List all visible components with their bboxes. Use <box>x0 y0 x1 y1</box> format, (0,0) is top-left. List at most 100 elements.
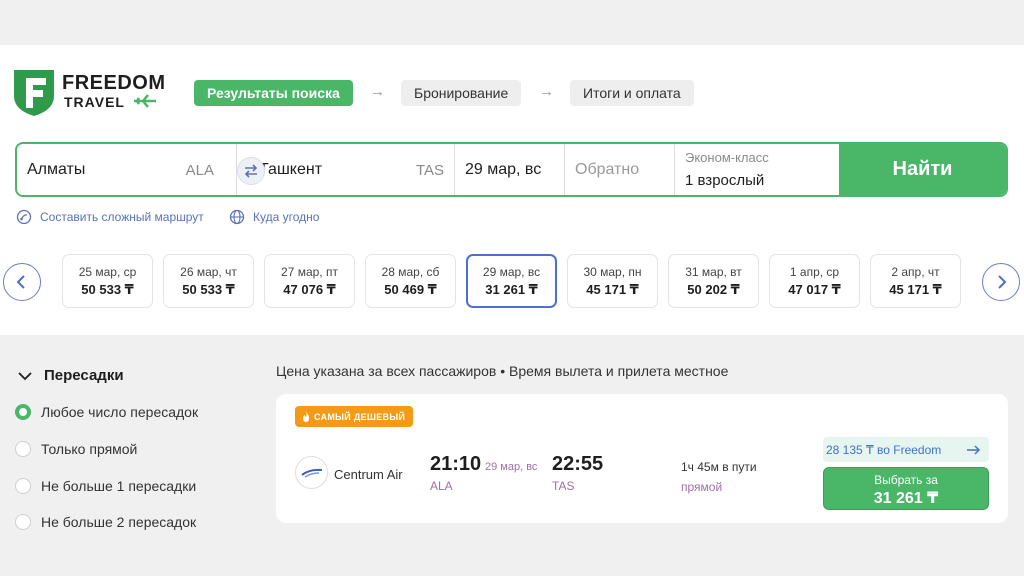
radio-button[interactable] <box>15 478 31 494</box>
cabin-class: Эконом-класс <box>685 150 769 165</box>
filter-any-transfers[interactable]: Любое число пересадок <box>15 404 198 420</box>
swap-cities-button[interactable] <box>237 157 265 185</box>
return-date-field[interactable]: Обратно <box>565 144 675 195</box>
arrow-right-icon <box>967 444 981 455</box>
date-option[interactable]: 25 мар, ср 50 533 ₸ <box>62 254 153 308</box>
chevron-right-icon <box>998 275 1007 289</box>
date-option[interactable]: 31 мар, вт 50 202 ₸ <box>668 254 759 308</box>
find-button[interactable]: Найти <box>839 144 1006 195</box>
passenger-count: 1 взрослый <box>685 172 765 189</box>
arrival-airport-code: TAS <box>552 479 575 493</box>
date-price: 45 171 ₸ <box>889 282 942 297</box>
date-price: 50 202 ₸ <box>687 282 740 297</box>
complex-route-label: Составить сложный маршрут <box>40 210 204 224</box>
date-label: 27 мар, пт <box>281 265 338 279</box>
freedom-travel-logo[interactable]: FREEDOM TRAVEL <box>14 70 174 116</box>
return-placeholder: Обратно <box>575 161 640 178</box>
chevron-down-icon <box>18 371 32 380</box>
airline-name: Centrum Air <box>334 467 403 482</box>
date-label: 30 мар, пн <box>583 265 642 279</box>
step-payment[interactable]: Итоги и оплата <box>570 80 694 106</box>
date-label: 28 мар, сб <box>381 265 440 279</box>
step-arrow-icon: → <box>539 83 554 100</box>
cheapest-badge: САМЫЙ ДЕШЕВЫЙ <box>295 406 414 427</box>
date-option-selected[interactable]: 29 мар, вс 31 261 ₸ <box>466 254 557 308</box>
complex-route-link[interactable]: Составить сложный маршрут <box>16 209 204 225</box>
filter-title: Пересадки <box>44 367 124 384</box>
departure-date: 29 мар, вс <box>465 161 542 178</box>
search-form: Алматы ALA Ташкент TAS 29 мар, вс Обратн… <box>15 142 1008 197</box>
freedom-promo-link[interactable]: 28 135 ₸ во Freedom <box>823 437 989 462</box>
date-label: 1 апр, ср <box>789 265 840 279</box>
to-field[interactable]: Ташкент TAS <box>237 144 455 195</box>
plane-icon <box>134 94 156 108</box>
departure-time: 21:10 <box>430 453 482 475</box>
date-field[interactable]: 29 мар, вс <box>455 144 565 195</box>
filter-option-label: Любое число пересадок <box>41 404 199 420</box>
brand-line2: TRAVEL <box>64 94 125 110</box>
date-label: 26 мар, чт <box>180 265 237 279</box>
radio-button[interactable] <box>15 404 31 420</box>
date-price: 50 469 ₸ <box>384 282 437 297</box>
to-city: Ташкент <box>259 161 323 178</box>
anywhere-link[interactable]: Куда угодно <box>229 209 319 225</box>
date-option[interactable]: 30 мар, пн 45 171 ₸ <box>567 254 658 308</box>
date-price: 50 533 ₸ <box>81 282 134 297</box>
date-option[interactable]: 28 мар, сб 50 469 ₸ <box>365 254 456 308</box>
to-code: TAS <box>415 162 444 179</box>
departure-airport-code: ALA <box>430 479 453 493</box>
centrum-air-logo-icon <box>300 468 322 478</box>
passengers-field[interactable]: Эконом-класс 1 взрослый <box>675 144 841 195</box>
price-note: Цена указана за всех пассажиров • Время … <box>276 363 729 379</box>
date-option[interactable]: 27 мар, пт 47 076 ₸ <box>264 254 355 308</box>
date-label: 2 апр, чт <box>891 265 940 279</box>
radio-button[interactable] <box>15 514 31 530</box>
transfers-filter-header[interactable]: Пересадки <box>18 367 124 384</box>
filter-option-label: Только прямой <box>41 441 138 457</box>
from-city: Алматы <box>27 161 86 178</box>
chevron-left-icon <box>16 275 25 289</box>
badge-label: САМЫЙ ДЕШЕВЫЙ <box>314 411 406 422</box>
anywhere-label: Куда угодно <box>253 210 320 224</box>
fire-icon <box>303 411 309 422</box>
from-field[interactable]: Алматы ALA <box>17 144 237 195</box>
logo-shield-icon <box>14 70 54 116</box>
filter-max-2-transfers[interactable]: Не больше 2 пересадок <box>15 514 196 530</box>
date-option[interactable]: 1 апр, ср 47 017 ₸ <box>769 254 860 308</box>
departure-date: 29 мар, вс <box>485 461 538 473</box>
step-arrow-icon: → <box>370 83 385 100</box>
swap-icon <box>244 164 258 178</box>
filter-direct-only[interactable]: Только прямой <box>15 441 137 457</box>
date-label: 25 мар, ср <box>78 265 137 279</box>
flight-result-card[interactable]: САМЫЙ ДЕШЕВЫЙ Centrum Air 21:10 29 мар, … <box>276 394 1008 523</box>
date-label: 29 мар, вс <box>482 265 541 279</box>
flight-type: прямой <box>681 480 723 494</box>
date-option[interactable]: 26 мар, чт 50 533 ₸ <box>163 254 254 308</box>
date-price: 31 261 ₸ <box>485 282 538 297</box>
select-label: Выбрать за <box>874 473 938 487</box>
globe-icon <box>229 209 245 225</box>
step-booking[interactable]: Бронирование <box>401 80 522 106</box>
flight-duration: 1ч 45м в пути <box>681 460 757 474</box>
date-price: 47 017 ₸ <box>788 282 841 297</box>
arrival-time: 22:55 <box>552 453 604 475</box>
filter-option-label: Не больше 2 пересадок <box>41 514 197 530</box>
date-label: 31 мар, вт <box>685 265 742 279</box>
select-flight-button[interactable]: Выбрать за 31 261 ₸ <box>823 467 989 510</box>
next-dates-button[interactable] <box>982 263 1020 301</box>
filter-max-1-transfer[interactable]: Не больше 1 пересадки <box>15 478 196 494</box>
date-price: 45 171 ₸ <box>586 282 639 297</box>
date-price: 50 533 ₸ <box>182 282 235 297</box>
prev-dates-button[interactable] <box>3 263 41 301</box>
brand-line1: FREEDOM <box>62 72 166 94</box>
date-option[interactable]: 2 апр, чт 45 171 ₸ <box>870 254 961 308</box>
date-price: 47 076 ₸ <box>283 282 336 297</box>
route-icon <box>16 209 32 225</box>
select-price: 31 261 ₸ <box>873 490 939 507</box>
airline-logo <box>295 456 328 489</box>
radio-button[interactable] <box>15 441 31 457</box>
step-search-results[interactable]: Результаты поиска <box>194 80 353 106</box>
from-code: ALA <box>185 162 214 179</box>
filter-option-label: Не больше 1 пересадки <box>41 478 197 494</box>
promo-price: 28 135 ₸ во Freedom <box>826 442 942 457</box>
